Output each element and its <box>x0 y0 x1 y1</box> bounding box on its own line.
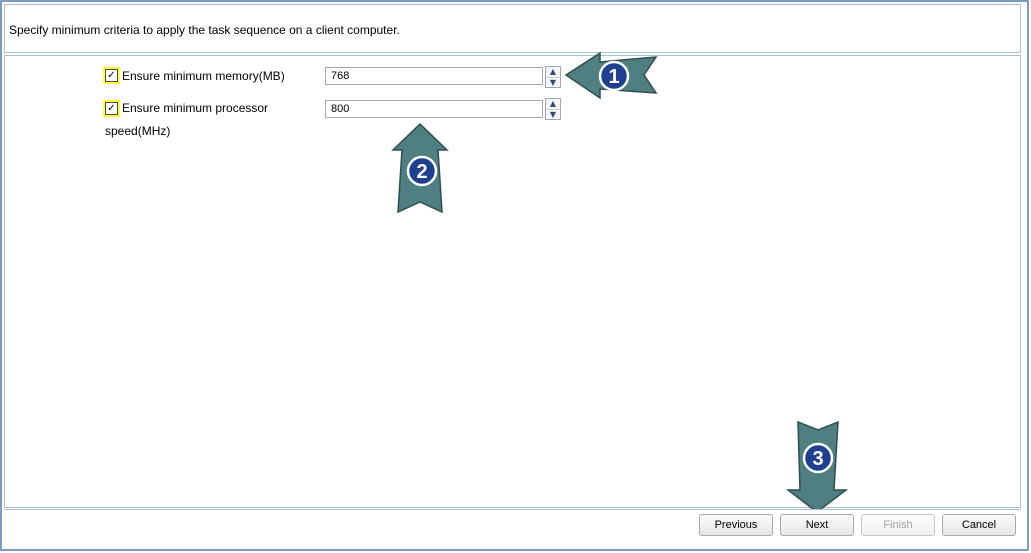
memory-input[interactable]: 768 <box>325 67 543 85</box>
badge-number-2: 2 <box>416 161 427 183</box>
finish-button: Finish <box>861 514 935 536</box>
processor-checkbox[interactable]: ✓ <box>103 100 120 117</box>
spin-up-icon[interactable]: ▲ <box>546 99 560 109</box>
annotation-arrow-2: 2 <box>391 122 449 214</box>
previous-button[interactable]: Previous <box>699 514 773 536</box>
memory-checkbox[interactable]: ✓ <box>103 67 120 84</box>
processor-label-line2: speed(MHz) <box>105 124 171 138</box>
cancel-button[interactable]: Cancel <box>942 514 1016 536</box>
memory-spinner[interactable]: ▲ ▼ <box>545 66 561 88</box>
annotation-arrow-1: 1 <box>564 51 658 100</box>
processor-label-line1: Ensure minimum processor <box>122 101 269 115</box>
checkmark-icon: ✓ <box>105 69 118 82</box>
spin-up-icon[interactable]: ▲ <box>546 67 560 77</box>
processor-input[interactable]: 800 <box>325 100 543 118</box>
wizard-header: Specify minimum criteria to apply the ta… <box>4 4 1021 53</box>
next-button[interactable]: Next <box>780 514 854 536</box>
annotation-arrow-3: 3 <box>785 420 849 513</box>
badge-number-1: 1 <box>608 66 619 88</box>
spin-down-icon[interactable]: ▼ <box>546 109 560 120</box>
memory-label: Ensure minimum memory(MB) <box>122 69 285 83</box>
instruction-text: Specify minimum criteria to apply the ta… <box>9 23 400 37</box>
criteria-panel <box>4 55 1021 508</box>
badge-number-3: 3 <box>812 448 823 470</box>
processor-spinner[interactable]: ▲ ▼ <box>545 98 561 120</box>
checkmark-icon: ✓ <box>105 102 118 115</box>
spin-down-icon[interactable]: ▼ <box>546 77 560 88</box>
